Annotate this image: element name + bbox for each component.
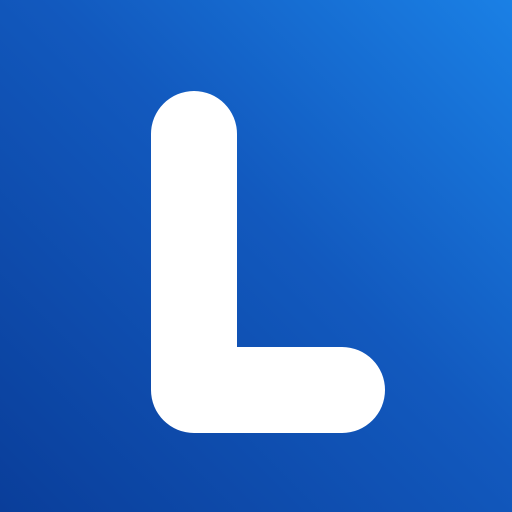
icon-background <box>0 0 512 512</box>
logo-canvas <box>0 0 512 512</box>
app-icon <box>0 0 512 512</box>
